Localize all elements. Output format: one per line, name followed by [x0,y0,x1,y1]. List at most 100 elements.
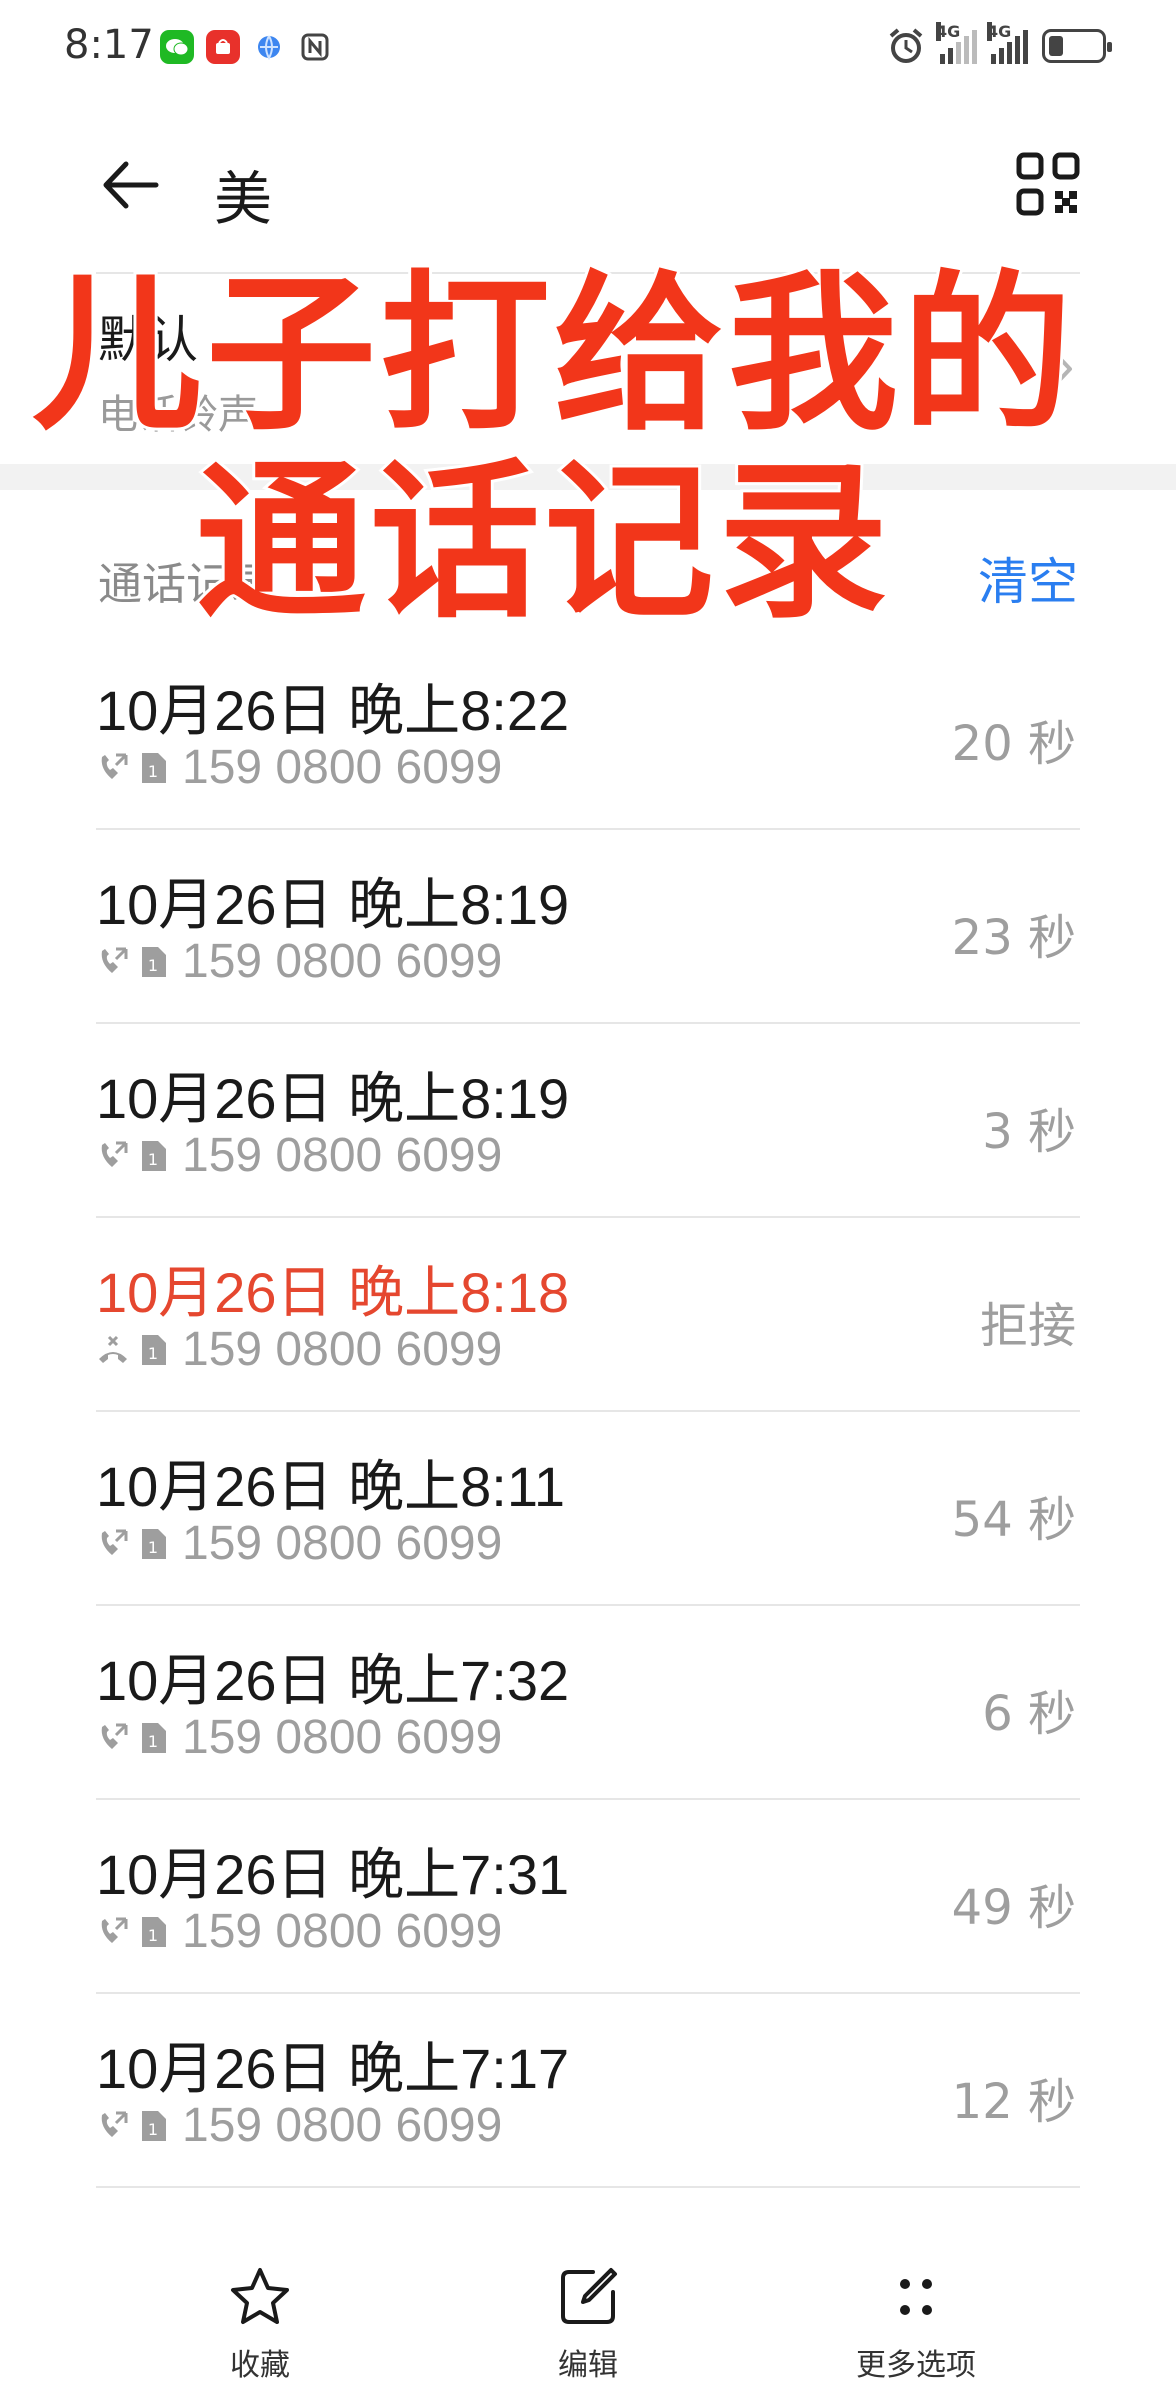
edit-icon [561,2268,617,2324]
call-duration: 49 秒 [951,1880,1076,1936]
call-row[interactable]: 10月26日 晚上8:11 1 159 0800 6099 54 秒 [96,1412,1080,1606]
call-duration: 54 秒 [951,1492,1076,1548]
sim-card-icon: 1 [142,946,166,977]
more-options-label: 更多选项 [856,2348,976,2383]
call-log-header: 通话记录 清空 [0,520,1176,620]
outgoing-call-icon [101,947,128,973]
status-bar: 8:17 4G 4G [0,0,1176,100]
call-details: 1 159 0800 6099 [96,1322,502,1377]
call-time: 10月26日 晚上8:19 [96,873,570,936]
call-duration: 23 秒 [951,910,1076,966]
outgoing-call-icon [101,1723,128,1749]
sim-card-icon: 1 [142,1916,166,1947]
outgoing-call-icon [101,1141,128,1167]
call-log-list: 10月26日 晚上8:22 1 159 0800 6099 20 秒 10月26… [96,636,1080,2188]
status-app-icons [160,30,332,64]
svg-text:1: 1 [148,956,158,975]
sim-card-icon: 1 [142,752,166,783]
call-details: 1 159 0800 6099 [96,1710,502,1765]
svg-text:1: 1 [148,762,158,781]
call-details: 1 159 0800 6099 [96,740,502,795]
svg-text:1: 1 [148,1150,158,1169]
call-duration: 12 秒 [951,2074,1076,2130]
ringtone-subtitle: 电话铃声 [98,392,258,438]
sim-card-icon: 1 [142,1722,166,1753]
ringtone-title: 默认 [98,311,198,369]
bottom-toolbar: 收藏 编辑 更多选项 [0,2236,1176,2400]
outgoing-call-icon [101,2111,128,2137]
list-fade [0,2196,1176,2236]
browser-app-icon [252,30,286,64]
svg-text:1: 1 [148,1926,158,1945]
call-time: 10月26日 晚上8:19 [96,1067,570,1130]
nfc-icon [298,30,332,64]
call-row[interactable]: 10月26日 晚上7:17 1 159 0800 6099 12 秒 [96,1994,1080,2188]
call-number: 159 0800 6099 [182,935,503,988]
outgoing-call-icon [101,753,128,779]
call-row[interactable]: 10月26日 晚上8:19 1 159 0800 6099 3 秒 [96,1024,1080,1218]
call-row[interactable]: 10月26日 晚上8:19 1 159 0800 6099 23 秒 [96,830,1080,1024]
favorite-button[interactable]: 收藏 [150,2262,370,2384]
contact-name: 美 [214,165,273,233]
section-separator [0,464,1176,490]
status-time: 8:17 [64,22,154,68]
qr-code-icon[interactable] [1016,152,1080,216]
wechat-icon [160,30,194,64]
call-details: 1 159 0800 6099 [96,1128,502,1183]
alarm-icon [889,28,923,63]
call-time: 10月26日 晚上7:31 [96,1843,570,1906]
sim-card-icon: 1 [142,2110,166,2141]
contact-header: 美 [0,130,1176,240]
sim-card-icon: 1 [142,1334,166,1365]
svg-text:1: 1 [148,2120,158,2139]
call-details: 1 159 0800 6099 [96,934,502,989]
edit-button[interactable]: 编辑 [478,2262,698,2384]
sim-card-icon: 1 [142,1140,166,1171]
star-icon [231,2268,289,2324]
call-details: 1 159 0800 6099 [96,1516,502,1571]
call-row[interactable]: 10月26日 晚上7:32 1 159 0800 6099 6 秒 [96,1606,1080,1800]
call-number: 159 0800 6099 [182,2099,503,2152]
call-number: 159 0800 6099 [182,1711,503,1764]
favorite-label: 收藏 [230,2348,290,2383]
svg-text:1: 1 [148,1732,158,1751]
outgoing-call-icon [101,1917,128,1943]
call-row[interactable]: 10月26日 晚上8:22 1 159 0800 6099 20 秒 [96,636,1080,830]
call-details: 1 159 0800 6099 [96,2098,502,2153]
shopping-app-icon [206,30,240,64]
call-number: 159 0800 6099 [182,1905,503,1958]
call-duration: 20 秒 [951,716,1076,772]
signal-1-icon: 4G [936,22,977,64]
call-details: 1 159 0800 6099 [96,1904,502,1959]
rejected-call-icon [99,1335,127,1363]
ringtone-setting[interactable]: 默认 电话铃声 [0,274,1176,464]
call-time: 10月26日 晚上8:22 [96,679,570,742]
call-duration: 拒接 [979,1298,1076,1354]
edit-label: 编辑 [558,2348,618,2383]
more-dots-icon [900,2279,932,2315]
call-row[interactable]: 10月26日 晚上7:31 1 159 0800 6099 49 秒 [96,1800,1080,1994]
call-number: 159 0800 6099 [182,741,503,794]
chevron-right-icon [1050,348,1072,390]
sim-card-icon: 1 [142,1528,166,1559]
status-indicators: 4G 4G [886,22,1112,66]
call-time: 10月26日 晚上8:11 [96,1455,565,1518]
svg-text:1: 1 [148,1538,158,1557]
outgoing-call-icon [101,1529,128,1555]
call-log-title: 通话记录 [98,559,274,610]
call-row-rejected[interactable]: 10月26日 晚上8:18 1 159 0800 6099 拒接 [96,1218,1080,1412]
call-duration: 3 秒 [982,1104,1076,1160]
svg-text:1: 1 [148,1344,158,1363]
battery-icon [1042,29,1112,63]
more-options-button[interactable]: 更多选项 [806,2262,1026,2384]
call-number: 159 0800 6099 [182,1129,503,1182]
network-type-1: 4G [936,22,961,41]
call-time: 10月26日 晚上7:17 [96,2037,570,2100]
network-type-2: 4G [987,22,1012,41]
signal-2-icon: 4G [987,22,1028,64]
back-arrow-icon[interactable] [96,150,166,220]
call-number: 159 0800 6099 [182,1517,503,1570]
call-time: 10月26日 晚上7:32 [96,1649,570,1712]
call-time: 10月26日 晚上8:18 [96,1261,570,1324]
clear-call-log-button[interactable]: 清空 [978,542,1078,614]
